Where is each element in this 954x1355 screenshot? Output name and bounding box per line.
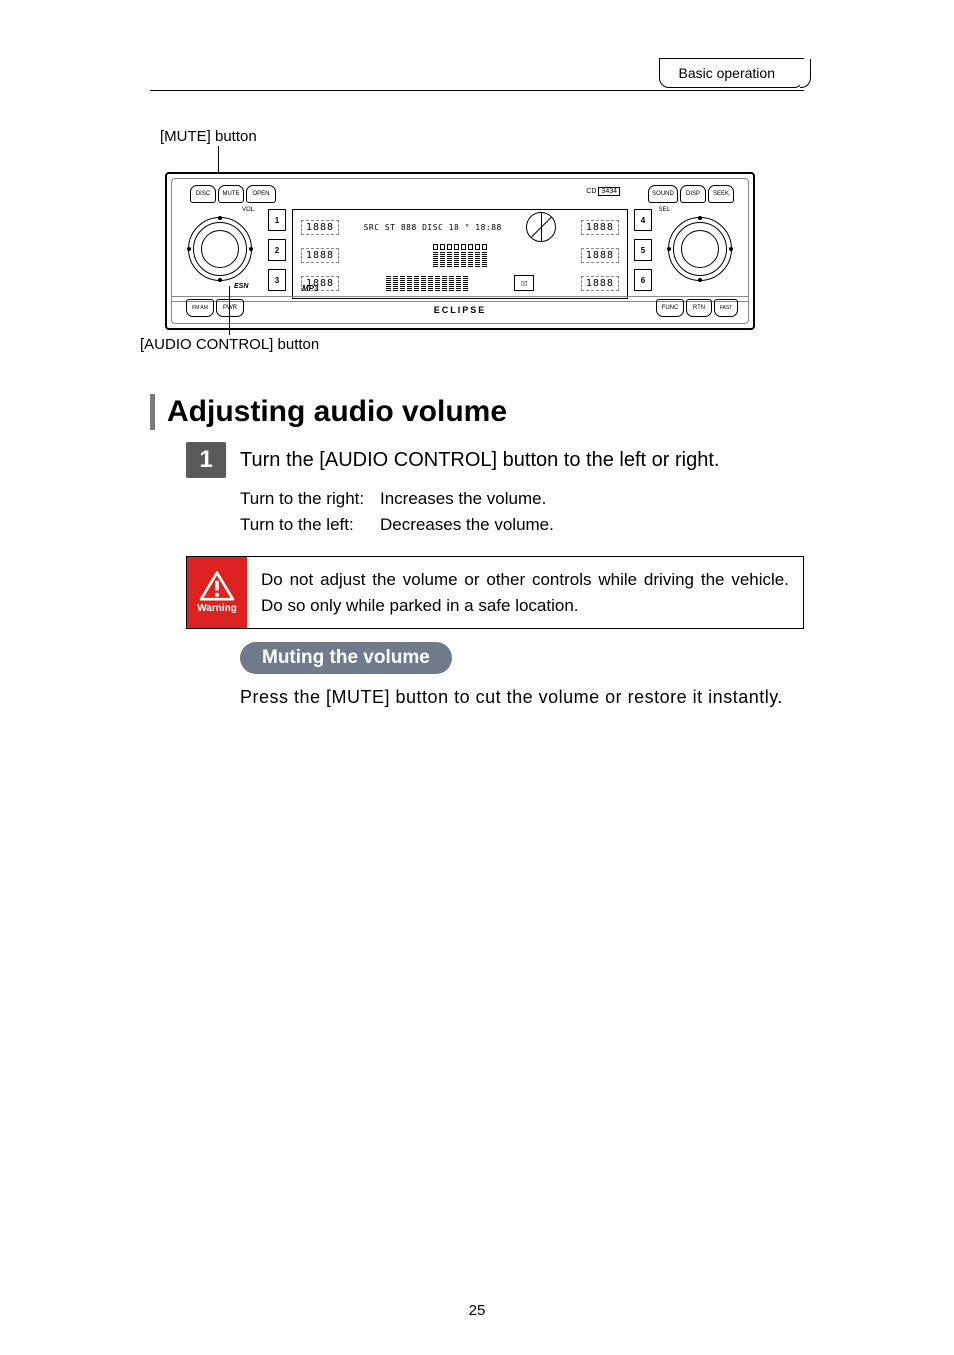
- mp3-badge: MP3: [302, 284, 318, 293]
- warning-text: Do not adjust the volume or other contro…: [247, 557, 803, 628]
- model-badge: CD 3434: [586, 187, 620, 196]
- sel-label: SEL: [659, 207, 670, 213]
- mute-button: MUTE: [218, 185, 244, 203]
- mute-instruction: Press the [MUTE] button to cut the volum…: [240, 684, 804, 712]
- brand-label: ECLIPSE: [434, 305, 487, 315]
- step-instruction: Turn the [AUDIO CONTROL] button to the l…: [240, 449, 719, 472]
- esn-label: ESN: [234, 283, 248, 290]
- turn-effects: Turn to the right: Increases the volume.…: [240, 486, 554, 537]
- audio-control-knob: [188, 217, 252, 281]
- rtn-button: RTN: [686, 299, 712, 317]
- step-number-badge: 1: [186, 442, 226, 478]
- pwr-button: PWR: [216, 299, 244, 317]
- lcd-r1-left: 1888: [301, 220, 339, 235]
- preset-1: 1: [268, 209, 286, 231]
- char-matrix-icon: [433, 244, 487, 267]
- panel-hline-2: [172, 296, 748, 297]
- lcd-r2-right: 1888: [581, 248, 619, 263]
- callout-mute-button: [MUTE] button: [160, 128, 257, 145]
- spectrum-bars-icon: [386, 275, 468, 291]
- func-button: FUNC: [656, 299, 684, 317]
- dolby-icon: ▯▯: [514, 275, 534, 291]
- page-number: 25: [469, 1302, 486, 1319]
- lcd-r3-right: 1888: [581, 276, 619, 291]
- seek-button: SEEK: [708, 185, 734, 203]
- warning-label: Warning: [197, 603, 237, 614]
- fm-am-button: FM AM: [186, 299, 214, 317]
- header-tab: Basic operation: [659, 58, 804, 88]
- leader-line-audio: [229, 286, 230, 335]
- preset-column-left: 1 2 3: [268, 209, 286, 291]
- header-rule: [150, 90, 804, 91]
- subsection-pill: Muting the volume: [240, 642, 452, 674]
- model-number: 3434: [598, 187, 620, 196]
- turn-right-label: Turn to the right:: [240, 486, 380, 512]
- lcd-r1-mid: SRC ST 888 DISC 18 ° 18:88: [364, 223, 502, 232]
- vol-label: VOL: [242, 207, 254, 213]
- warning-icon: Warning: [187, 557, 247, 628]
- preset-2: 2: [268, 239, 286, 261]
- turn-left-label: Turn to the left:: [240, 512, 380, 538]
- lcd-r2-left: 1888: [301, 248, 339, 263]
- lcd-display: 1888 SRC ST 888 DISC 18 ° 18:88 1888 188…: [292, 209, 628, 299]
- preset-4: 4: [634, 209, 652, 231]
- turn-left-effect: Decreases the volume.: [380, 512, 554, 538]
- compass-icon: [526, 212, 556, 242]
- radio-inner-frame: CD 3434 DISC MUTE OPEN SOUND DISP SEEK V…: [171, 178, 749, 324]
- fast-button: FAST: [714, 299, 738, 317]
- disc-button: DISC: [190, 185, 216, 203]
- preset-3: 3: [268, 269, 286, 291]
- preset-5: 5: [634, 239, 652, 261]
- sel-knob: [668, 217, 732, 281]
- radio-faceplate-illustration: CD 3434 DISC MUTE OPEN SOUND DISP SEEK V…: [165, 172, 755, 330]
- sound-button: SOUND: [648, 185, 678, 203]
- callout-audio-control-button: [AUDIO CONTROL] button: [140, 336, 319, 353]
- leader-line-mute: [218, 146, 219, 174]
- model-prefix: CD: [586, 188, 596, 195]
- turn-right-effect: Increases the volume.: [380, 486, 546, 512]
- lcd-r1-right: 1888: [581, 220, 619, 235]
- preset-column-right: 4 5 6: [634, 209, 652, 291]
- step-1-row: 1 Turn the [AUDIO CONTROL] button to the…: [186, 442, 804, 478]
- warning-box: Warning Do not adjust the volume or othe…: [186, 556, 804, 629]
- section-heading: Adjusting audio volume: [150, 394, 507, 430]
- disp-button: DISP: [680, 185, 706, 203]
- preset-6: 6: [634, 269, 652, 291]
- open-button: OPEN: [246, 185, 276, 203]
